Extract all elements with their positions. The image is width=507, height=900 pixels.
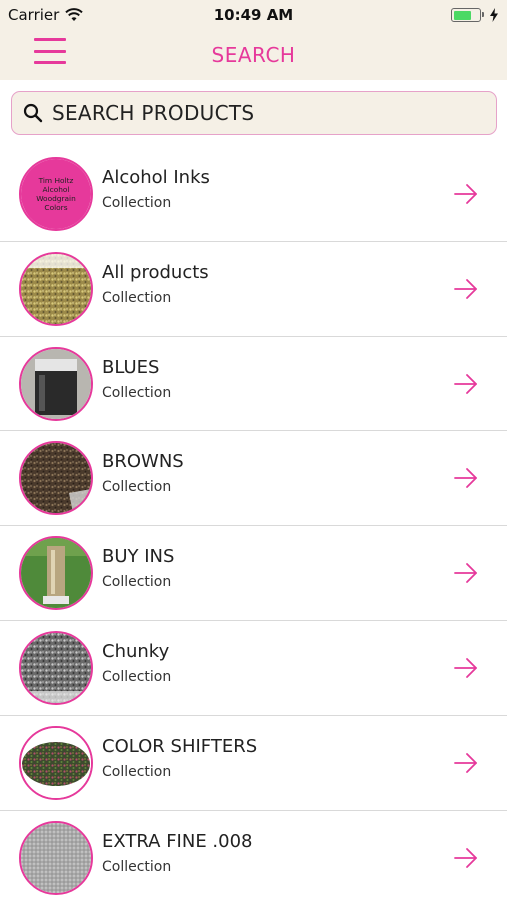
collection-thumbnail (19, 725, 93, 800)
collection-thumbnail (19, 346, 93, 421)
collection-text: Alcohol Inks Collection (102, 165, 210, 215)
collection-title: COLOR SHIFTERS (102, 735, 258, 757)
collection-row[interactable]: Chunky Collection (0, 621, 507, 716)
collection-thumbnail (19, 536, 93, 611)
collection-thumbnail (19, 630, 93, 705)
collection-subtitle: Collection (102, 289, 172, 306)
status-left: Carrier (8, 6, 84, 24)
collection-title: All products (102, 261, 209, 283)
status-right (451, 8, 499, 22)
collection-text: COLOR SHIFTERS Collection (102, 734, 257, 784)
page-title: SEARCH (211, 43, 296, 67)
arrow-right-icon[interactable] (453, 465, 479, 491)
arrow-right-icon[interactable] (453, 845, 479, 871)
thumbnail-label: Tim Holtz Alcohol Woodgrain Colors (21, 159, 91, 229)
arrow-right-icon[interactable] (453, 371, 479, 397)
collection-subtitle: Collection (102, 668, 172, 685)
collection-row[interactable]: Tim Holtz Alcohol Woodgrain Colors Alcohol I… (0, 147, 507, 242)
collection-text: EXTRA FINE .008 Collection (102, 829, 253, 879)
collection-subtitle: Collection (102, 574, 172, 591)
collection-subtitle: Collection (102, 858, 172, 875)
collection-subtitle: Collection (102, 195, 172, 211)
collection-thumbnail (19, 251, 93, 326)
charging-bolt-icon (490, 8, 498, 22)
collection-row[interactable]: BUY INS Collection (0, 526, 507, 621)
status-bar: Carrier 10:49 AM (0, 0, 507, 30)
nav-bar: SEARCH (0, 30, 507, 80)
collection-title: BROWNS (102, 451, 184, 473)
search-input[interactable] (52, 101, 472, 125)
collection-subtitle: Collection (102, 479, 172, 496)
search-icon (23, 103, 43, 123)
collection-title: Chunky (102, 640, 170, 662)
thumbnail-label-line: Woodgrain (36, 194, 76, 203)
collection-thumbnail: Tim Holtz Alcohol Woodgrain Colors (19, 157, 93, 231)
collection-subtitle: Collection (102, 763, 172, 780)
collection-title: Alcohol Inks (102, 167, 210, 188)
arrow-right-icon[interactable] (453, 181, 479, 207)
collection-row[interactable]: BLUES Collection (0, 337, 507, 432)
collection-text: BLUES Collection (102, 355, 171, 405)
thumbnail-label-line: Alcohol (42, 185, 70, 194)
arrow-right-icon[interactable] (453, 750, 479, 776)
collection-text: BUY INS Collection (102, 544, 174, 594)
collection-row[interactable]: BROWNS Collection (0, 431, 507, 527)
collection-list: Tim Holtz Alcohol Woodgrain Colors Alcohol I… (0, 147, 507, 900)
hamburger-menu-icon[interactable] (34, 38, 66, 64)
carrier-label: Carrier (8, 6, 60, 24)
search-bar (0, 80, 507, 144)
collection-thumbnail (19, 820, 93, 895)
arrow-right-icon[interactable] (453, 560, 479, 586)
collection-row[interactable]: COLOR SHIFTERS Collection (0, 716, 507, 811)
arrow-right-icon[interactable] (453, 276, 479, 302)
battery-icon (451, 8, 484, 22)
search-box[interactable] (11, 91, 497, 135)
collection-text: Chunky Collection (102, 639, 171, 689)
collection-title: BUY INS (102, 546, 175, 568)
wifi-icon (65, 8, 84, 21)
collection-subtitle: Collection (102, 384, 172, 401)
collection-title: EXTRA FINE .008 (102, 830, 253, 852)
battery-fill (453, 10, 471, 20)
collection-text: BROWNS Collection (102, 449, 184, 499)
thumbnail-label-line: Tim Holtz (38, 176, 74, 185)
collection-text: All products Collection (102, 260, 209, 310)
collection-thumbnail (19, 441, 93, 516)
collection-row[interactable]: EXTRA FINE .008 Collection (0, 811, 507, 900)
collection-row[interactable]: All products Collection (0, 242, 507, 337)
arrow-right-icon[interactable] (453, 655, 479, 681)
collection-title: BLUES (102, 356, 160, 378)
thumbnail-label-line: Colors (44, 203, 68, 212)
